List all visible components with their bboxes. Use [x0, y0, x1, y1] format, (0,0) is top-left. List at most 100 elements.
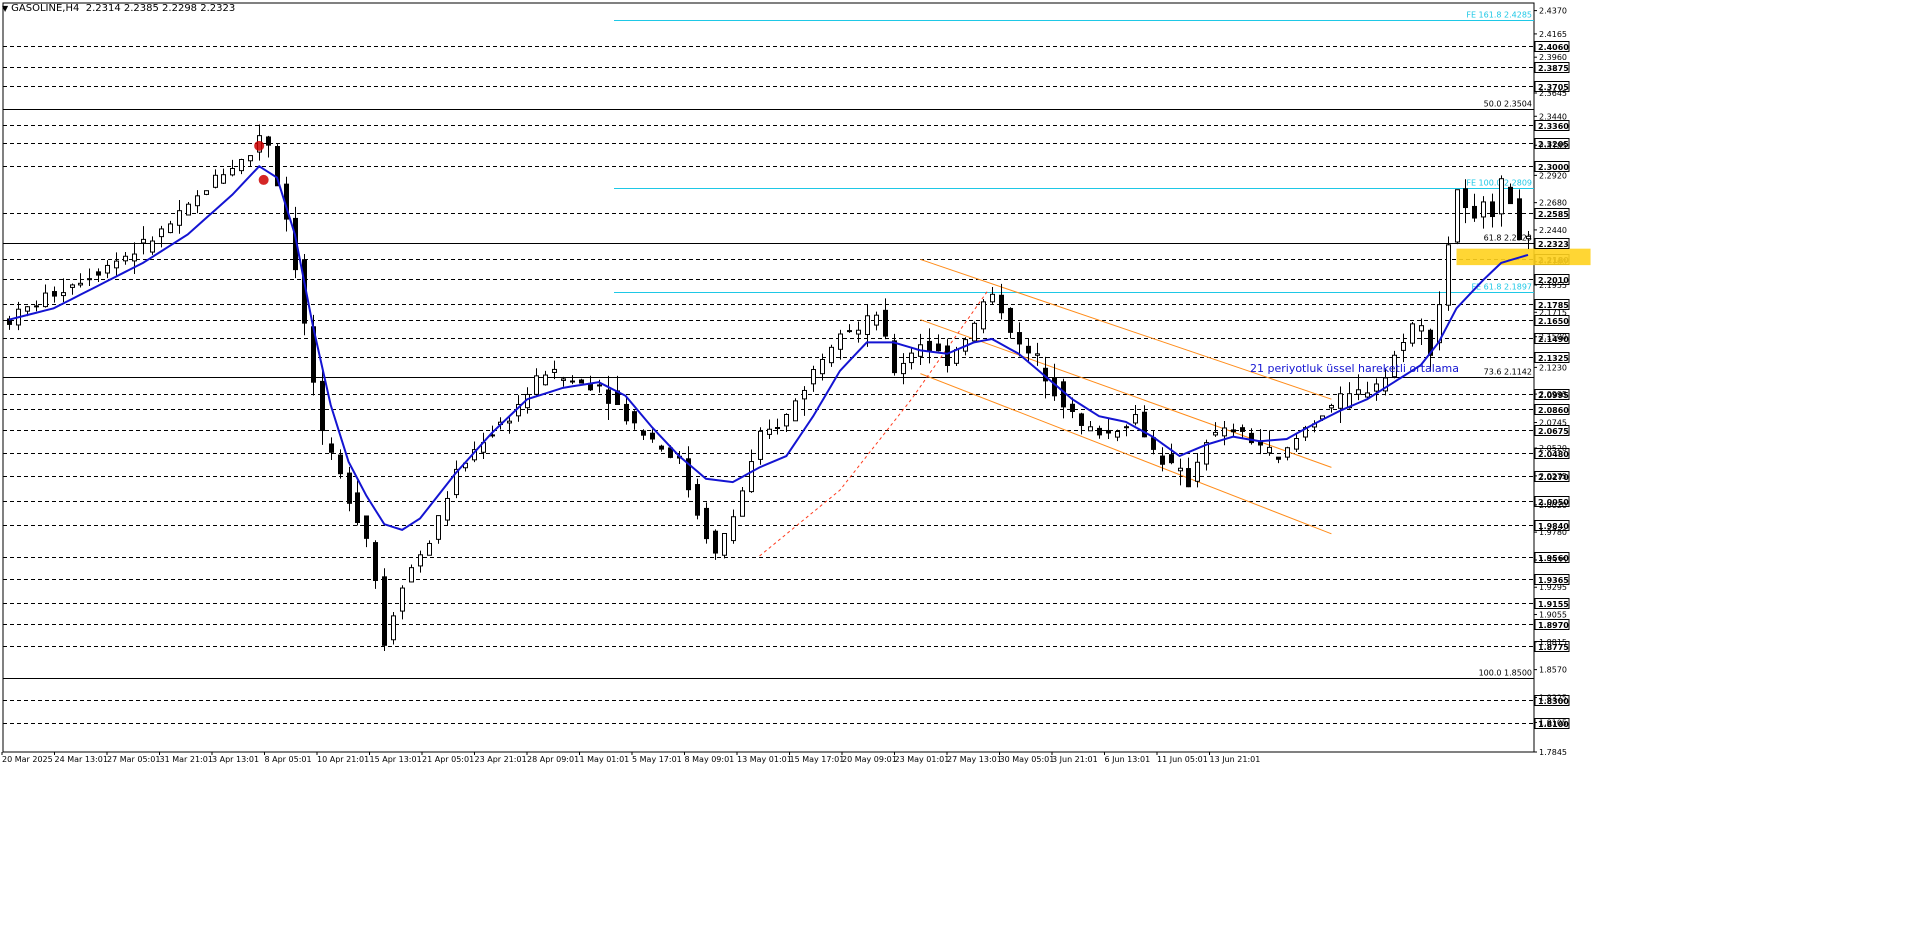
- candle-body: [749, 461, 754, 493]
- y-tick-label: 1.8570: [1539, 666, 1567, 675]
- candle-body: [1401, 342, 1406, 351]
- y-tick-label: 1.8815: [1539, 638, 1567, 647]
- ema-21-line: [8, 164, 1529, 531]
- x-tick-label: 21 Apr 05:01: [422, 755, 474, 764]
- candle-body: [811, 369, 816, 385]
- candle-body: [1231, 429, 1236, 433]
- candle-body: [624, 403, 629, 422]
- candle-body: [856, 329, 861, 335]
- candle-body: [936, 343, 941, 352]
- candle-body: [329, 443, 334, 453]
- candle-body: [892, 340, 897, 374]
- candle-body: [1052, 377, 1057, 397]
- candle-body: [1356, 389, 1361, 395]
- candle-body: [1070, 403, 1075, 412]
- symbol-header: ▼ GASOLINE,H4 2.2314 2.2385 2.2298 2.2323: [2, 3, 235, 14]
- candle-body: [901, 362, 906, 375]
- candle-body: [1267, 446, 1272, 454]
- candle-body: [999, 294, 1004, 314]
- candle-body: [418, 554, 423, 567]
- candle-body: [1079, 413, 1084, 426]
- candle-body: [1463, 188, 1468, 209]
- candle-body: [847, 330, 852, 333]
- candle-body: [1249, 432, 1254, 444]
- candle-body: [927, 340, 932, 352]
- y-tick-label: 2.4165: [1539, 30, 1567, 39]
- candle-body: [195, 195, 200, 207]
- candle-body: [141, 238, 146, 244]
- ohlc-values: 2.2314 2.2385 2.2298 2.2323: [85, 3, 236, 14]
- y-tick-label: 2.4370: [1539, 7, 1567, 16]
- fibo-retracement-label: 50.0 2.3504: [1484, 100, 1532, 109]
- y-tick-label: 1.7845: [1539, 748, 1567, 757]
- candle-body: [784, 413, 789, 427]
- fibo-retracement-label: 100.0 1.8500: [1479, 669, 1532, 678]
- y-tick-label: 1.8105: [1539, 718, 1567, 727]
- candle-body: [266, 136, 271, 146]
- candle-body: [1508, 186, 1513, 205]
- candle-body: [1338, 393, 1343, 409]
- candle-body: [1115, 430, 1120, 438]
- level-label: 2.2585: [1538, 210, 1569, 219]
- candle-body: [96, 271, 101, 276]
- y-tick-label: 2.2920: [1539, 171, 1567, 180]
- x-tick-label: 1 May 01:01: [580, 755, 630, 764]
- candle-body: [373, 542, 378, 582]
- y-tick-label: 2.3440: [1539, 112, 1567, 121]
- level-label: 1.9155: [1538, 600, 1569, 609]
- candle-body: [1195, 461, 1200, 482]
- level-label: 2.4060: [1538, 43, 1569, 52]
- candle-body: [1294, 438, 1299, 450]
- level-label: 2.1325: [1538, 354, 1569, 363]
- y-tick-label: 2.0275: [1539, 472, 1567, 481]
- candle-body: [1106, 429, 1111, 434]
- x-tick-label: 20 May 09:01: [842, 755, 897, 764]
- signal-marker: [254, 140, 265, 151]
- candle-body: [1088, 426, 1093, 432]
- level-label: 2.3875: [1538, 64, 1569, 73]
- candle-body: [1026, 345, 1031, 354]
- x-tick-label: 3 Jun 21:01: [1052, 755, 1098, 764]
- x-tick-label: 5 May 17:01: [632, 755, 682, 764]
- signal-marker: [258, 174, 269, 185]
- candle-body: [382, 576, 387, 646]
- candle-body: [713, 530, 718, 554]
- candle-body: [695, 484, 700, 516]
- y-tick-label: 2.1230: [1539, 363, 1567, 372]
- candle-body: [239, 159, 244, 172]
- candle-body: [1490, 201, 1495, 218]
- price-chart[interactable]: 2.40602.38752.37052.33602.32052.30002.25…: [0, 0, 1916, 936]
- y-tick-label: 1.9780: [1539, 528, 1567, 537]
- candle-body: [507, 420, 512, 424]
- y-tick-label: 2.0995: [1539, 390, 1567, 399]
- candle-body: [534, 375, 539, 395]
- candle-body: [641, 430, 646, 436]
- x-tick-label: 23 Apr 21:01: [475, 755, 527, 764]
- candle-body: [570, 380, 575, 383]
- x-tick-label: 15 Apr 13:01: [370, 755, 422, 764]
- y-tick-label: 2.1715: [1539, 308, 1567, 317]
- collapse-triangle-icon[interactable]: ▼: [2, 4, 8, 13]
- candle-body: [802, 389, 807, 400]
- candle-body: [43, 292, 48, 308]
- x-tick-label: 31 Mar 21:01: [160, 755, 213, 764]
- candle-body: [25, 306, 30, 312]
- candle-body: [767, 428, 772, 435]
- x-tick-label: 24 Mar 13:01: [55, 755, 108, 764]
- candle-body: [61, 292, 66, 297]
- candle-body: [1169, 454, 1174, 464]
- x-tick-label: 10 Apr 21:01: [317, 755, 369, 764]
- y-tick-label: 2.3645: [1539, 89, 1567, 98]
- level-label: 1.8970: [1538, 621, 1569, 630]
- candle-body: [114, 260, 119, 269]
- x-tick-label: 27 Mar 05:01: [107, 755, 160, 764]
- candle-body: [132, 253, 137, 262]
- candle-body: [1213, 431, 1218, 436]
- candle-body: [1133, 414, 1138, 424]
- candle-body: [1499, 178, 1504, 215]
- candle-body: [347, 472, 352, 504]
- candle-body: [1124, 426, 1129, 429]
- candle-body: [177, 210, 182, 226]
- x-tick-label: 30 May 05:01: [1000, 755, 1055, 764]
- candle-body: [1061, 381, 1066, 408]
